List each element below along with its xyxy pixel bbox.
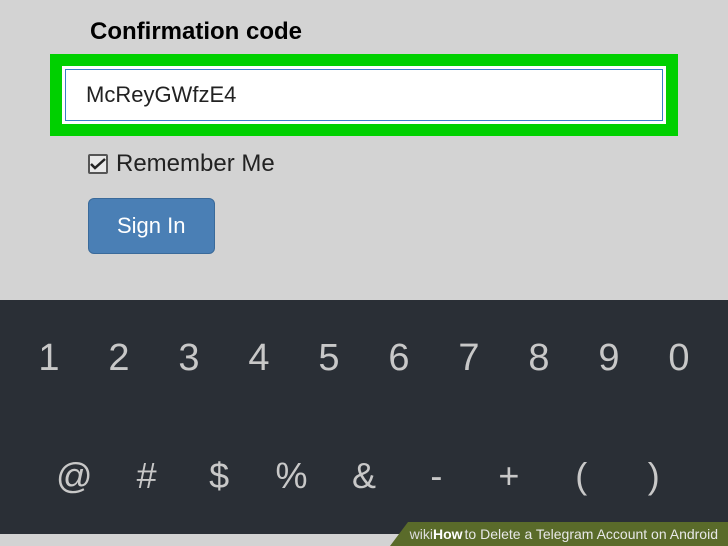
key-2[interactable]: 2 [84, 337, 154, 380]
banner-brand-wiki: wiki [410, 526, 433, 542]
confirmation-code-input[interactable] [68, 72, 660, 118]
key-hash[interactable]: # [110, 455, 182, 497]
key-dollar[interactable]: $ [183, 455, 255, 497]
keyboard-symbol-row: @ # $ % & - + ( ) [0, 417, 728, 534]
banner-brand-how: How [433, 526, 463, 542]
remember-me-label: Remember Me [116, 150, 275, 178]
key-4[interactable]: 4 [224, 337, 294, 380]
input-border [65, 69, 663, 121]
confirmation-code-label: Confirmation code [90, 18, 678, 46]
key-9[interactable]: 9 [574, 337, 644, 380]
wikihow-banner: wikiHow to Delete a Telegram Account on … [390, 522, 728, 546]
banner-slant [390, 522, 408, 546]
remember-me-checkbox[interactable] [88, 154, 108, 174]
key-1[interactable]: 1 [14, 337, 84, 380]
remember-me-row: Remember Me [88, 150, 678, 178]
key-at[interactable]: @ [38, 455, 110, 497]
key-minus[interactable]: - [400, 455, 472, 497]
key-6[interactable]: 6 [364, 337, 434, 380]
key-ampersand[interactable]: & [328, 455, 400, 497]
key-0[interactable]: 0 [644, 337, 714, 380]
sign-in-button[interactable]: Sign In [88, 198, 215, 254]
key-percent[interactable]: % [255, 455, 327, 497]
keyboard-number-row: 1 2 3 4 5 6 7 8 9 0 [0, 300, 728, 417]
input-highlight-frame [50, 54, 678, 136]
key-5[interactable]: 5 [294, 337, 364, 380]
key-3[interactable]: 3 [154, 337, 224, 380]
key-plus[interactable]: + [473, 455, 545, 497]
banner-text: to Delete a Telegram Account on Android [465, 526, 718, 542]
form-area: Confirmation code Remember Me Sign In [0, 0, 728, 254]
checkmark-icon [90, 157, 106, 171]
banner-body: wikiHow to Delete a Telegram Account on … [408, 522, 728, 546]
key-rparen[interactable]: ) [618, 455, 690, 497]
on-screen-keyboard: 1 2 3 4 5 6 7 8 9 0 @ # $ % & - + ( ) [0, 300, 728, 534]
key-7[interactable]: 7 [434, 337, 504, 380]
key-lparen[interactable]: ( [545, 455, 617, 497]
key-8[interactable]: 8 [504, 337, 574, 380]
